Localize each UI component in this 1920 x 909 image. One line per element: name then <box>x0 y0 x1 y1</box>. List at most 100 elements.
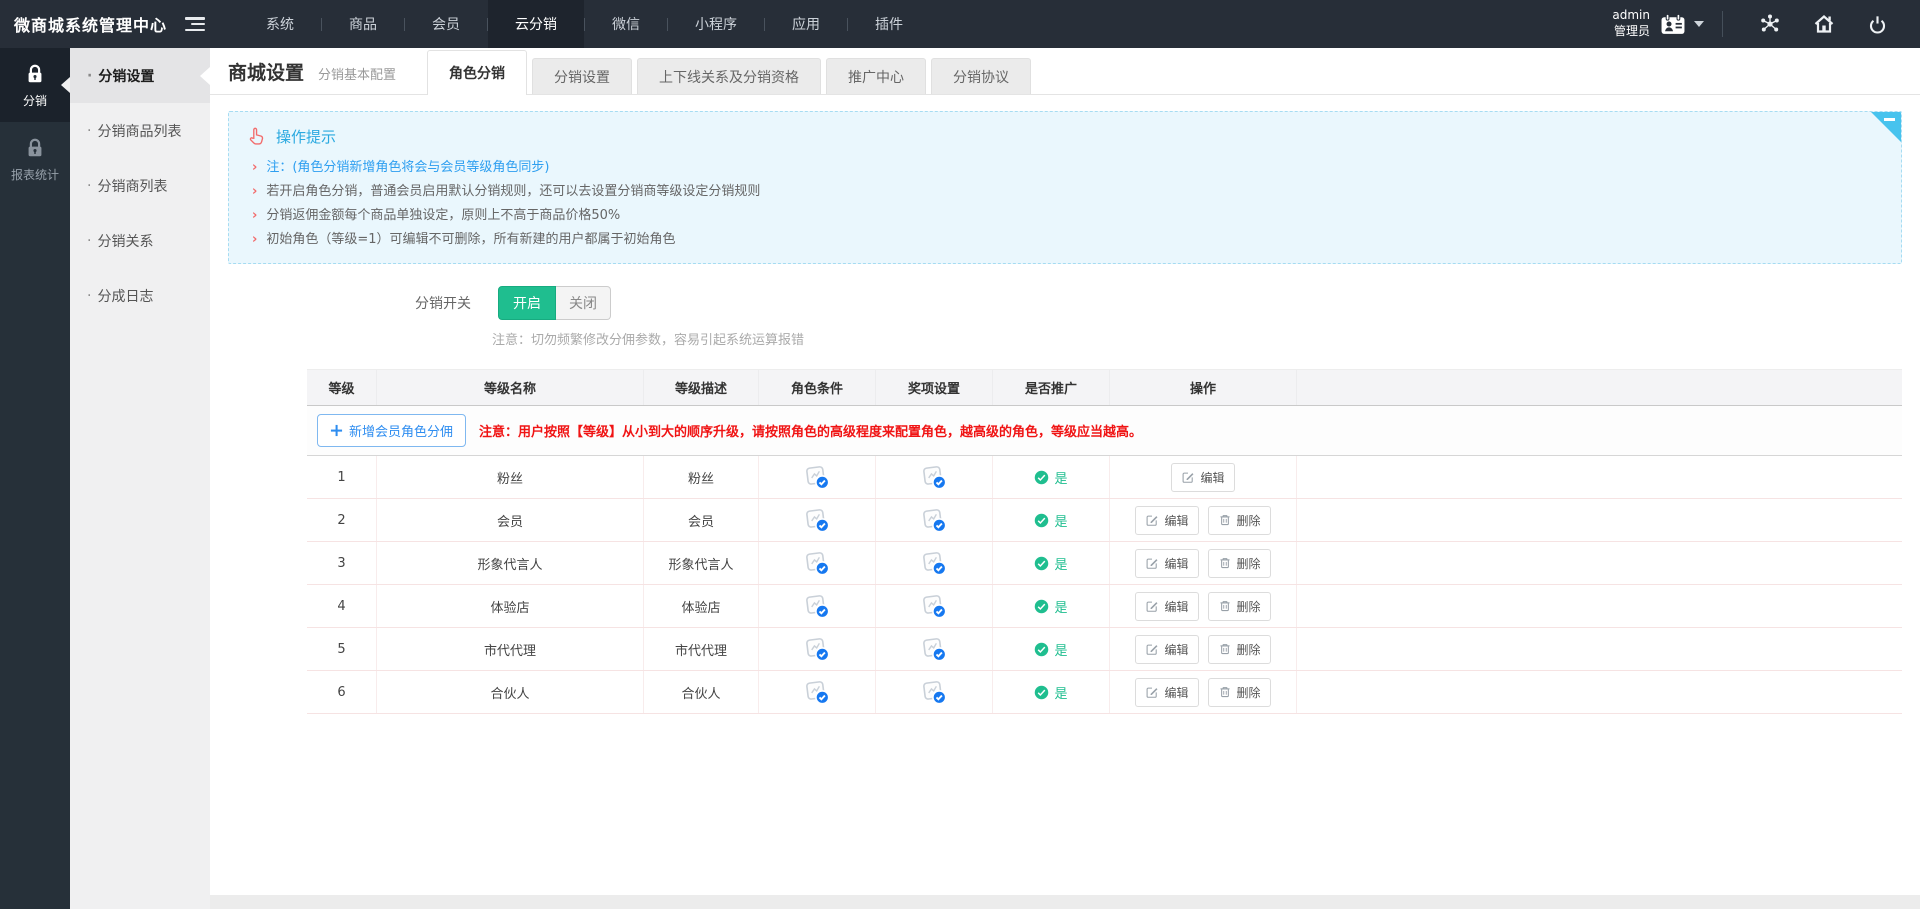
role-condition-icon[interactable] <box>804 507 830 533</box>
delete-button[interactable]: 删除 <box>1208 635 1271 664</box>
reward-setting-icon[interactable] <box>921 636 947 662</box>
role-table: 等级 等级名称 等级描述 角色条件 奖项设置 是否推广 操作 新增会员角色分佣 … <box>307 369 1902 714</box>
nav-item-system[interactable]: 系统 <box>239 0 321 48</box>
reward-setting-icon[interactable] <box>921 679 947 705</box>
page-header: 商城设置 分销基本配置 角色分销 分销设置 上下线关系及分销资格 推广中心 分销… <box>210 48 1920 95</box>
cell-actions: 编辑 <box>1110 456 1297 498</box>
edit-button[interactable]: 编辑 <box>1135 635 1198 664</box>
cell-blank <box>1297 628 1902 670</box>
cell-name: 粉丝 <box>377 456 644 498</box>
cell-desc: 体验店 <box>644 585 759 627</box>
edit-button[interactable]: 编辑 <box>1171 463 1234 492</box>
cell-actions: 编辑 删除 <box>1110 671 1297 713</box>
col-header-desc: 等级描述 <box>644 370 759 405</box>
reward-setting-icon[interactable] <box>921 464 947 490</box>
role-condition-icon[interactable] <box>804 636 830 662</box>
caret-down-icon <box>1694 21 1704 27</box>
switch-on-button[interactable]: 开启 <box>498 286 556 320</box>
cell-actions: 编辑 删除 <box>1110 628 1297 670</box>
reward-setting-icon[interactable] <box>921 507 947 533</box>
cell-name: 体验店 <box>377 585 644 627</box>
delete-button[interactable]: 删除 <box>1208 506 1271 535</box>
cell-name: 形象代言人 <box>377 542 644 584</box>
role-condition-icon[interactable] <box>804 464 830 490</box>
table-row: 3 形象代言人 形象代言人 是 编辑 删除 <box>307 542 1902 585</box>
delete-button[interactable]: 删除 <box>1208 592 1271 621</box>
user-role: 管理员 <box>1612 24 1650 40</box>
cell-desc: 粉丝 <box>644 456 759 498</box>
nav-item-plugins[interactable]: 插件 <box>848 0 930 48</box>
check-circle-icon <box>1034 599 1049 614</box>
tab-distribution-settings[interactable]: 分销设置 <box>532 58 632 94</box>
tips-header: 操作提示 <box>245 120 1885 152</box>
nav-item-goods[interactable]: 商品 <box>322 0 404 48</box>
col-header-promote: 是否推广 <box>993 370 1110 405</box>
plus-icon <box>330 424 343 437</box>
operation-tips-panel: 操作提示 注：(角色分销新增角色将会与会员等级角色同步) 若开启角色分销，普通会… <box>228 111 1902 264</box>
reward-setting-icon[interactable] <box>921 550 947 576</box>
main-nav: 系统 商品 会员 云分销 微信 小程序 应用 插件 <box>239 0 930 48</box>
tab-bar: 角色分销 分销设置 上下线关系及分销资格 推广中心 分销协议 <box>422 50 1031 94</box>
menu-toggle-icon[interactable] <box>185 17 205 31</box>
tab-distribution-agreement[interactable]: 分销协议 <box>931 58 1031 94</box>
tab-promotion-center[interactable]: 推广中心 <box>826 58 926 94</box>
nav-item-apps[interactable]: 应用 <box>765 0 847 48</box>
page-title: 商城设置 <box>228 58 304 94</box>
cell-level: 1 <box>307 456 377 498</box>
rail-item-distribution[interactable]: 分销 <box>0 48 70 122</box>
role-condition-icon[interactable] <box>804 593 830 619</box>
tab-updownline-qualification[interactable]: 上下线关系及分销资格 <box>637 58 821 94</box>
role-condition-icon[interactable] <box>804 679 830 705</box>
cell-promote: 是 <box>993 499 1110 541</box>
reward-setting-icon[interactable] <box>921 593 947 619</box>
rail-item-reports[interactable]: 报表统计 <box>0 122 70 196</box>
nav-item-member[interactable]: 会员 <box>405 0 487 48</box>
sidebar-item-distributor-list[interactable]: 分销商列表 <box>70 158 210 213</box>
nav-item-wechat[interactable]: 微信 <box>585 0 667 48</box>
add-role-button[interactable]: 新增会员角色分佣 <box>317 414 466 447</box>
cell-blank <box>1297 456 1902 498</box>
home-icon <box>1812 12 1836 36</box>
user-menu[interactable] <box>1659 12 1704 37</box>
sidebar-item-distribution-relations[interactable]: 分销关系 <box>70 213 210 268</box>
table-row: 2 会员 会员 是 编辑 删除 <box>307 499 1902 542</box>
delete-button[interactable]: 删除 <box>1208 678 1271 707</box>
collapse-corner-button[interactable] <box>1871 112 1901 142</box>
cell-actions: 编辑 删除 <box>1110 542 1297 584</box>
edit-button[interactable]: 编辑 <box>1135 506 1198 535</box>
home-button[interactable] <box>1797 0 1851 48</box>
cell-promote: 是 <box>993 456 1110 498</box>
cell-desc: 形象代言人 <box>644 542 759 584</box>
edit-button[interactable]: 编辑 <box>1135 549 1198 578</box>
trash-icon <box>1218 556 1232 570</box>
page-subtitle: 分销基本配置 <box>318 64 396 94</box>
check-circle-icon <box>1034 685 1049 700</box>
trash-icon <box>1218 513 1232 527</box>
edit-button[interactable]: 编辑 <box>1135 678 1198 707</box>
switch-off-button[interactable]: 关闭 <box>556 286 611 320</box>
role-condition-icon[interactable] <box>804 550 830 576</box>
tip-line: 注：(角色分销新增角色将会与会员等级角色同步) <box>245 160 1885 176</box>
app-logo: 微商城系统管理中心 <box>0 12 181 36</box>
logout-button[interactable] <box>1851 0 1904 48</box>
edit-icon <box>1145 685 1159 699</box>
sidebar-item-distribution-goods[interactable]: 分销商品列表 <box>70 103 210 158</box>
col-header-level: 等级 <box>307 370 377 405</box>
nav-item-miniprogram[interactable]: 小程序 <box>668 0 764 48</box>
network-icon <box>1758 12 1782 36</box>
sidebar-item-commission-log[interactable]: 分成日志 <box>70 268 210 323</box>
sidebar: 分销设置 分销商品列表 分销商列表 分销关系 分成日志 <box>70 48 210 909</box>
nav-item-distribution[interactable]: 云分销 <box>488 0 584 48</box>
edit-button[interactable]: 编辑 <box>1135 592 1198 621</box>
tip-line: 分销返佣金额每个商品单独设定，原则上不高于商品价格50% <box>245 208 1885 224</box>
check-circle-icon <box>1034 642 1049 657</box>
cell-blank <box>1297 499 1902 541</box>
cell-blank <box>1297 585 1902 627</box>
trash-icon <box>1218 685 1232 699</box>
sidebar-item-distribution-settings[interactable]: 分销设置 <box>70 48 210 103</box>
tab-role-distribution[interactable]: 角色分销 <box>427 50 527 95</box>
distribution-switch-row: 分销开关 开启关闭 <box>228 286 1902 320</box>
delete-button[interactable]: 删除 <box>1208 549 1271 578</box>
cell-actions: 编辑 删除 <box>1110 499 1297 541</box>
network-button[interactable] <box>1743 0 1797 48</box>
